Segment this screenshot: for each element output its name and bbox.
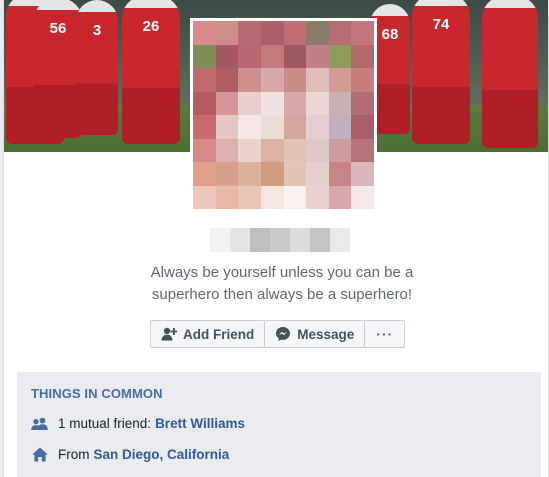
mutual-friend-link[interactable]: Brett Williams — [155, 416, 245, 431]
message-button[interactable]: Message — [264, 320, 366, 348]
messenger-icon — [275, 326, 291, 342]
jersey-number: 26 — [142, 18, 160, 35]
cover-player — [482, 0, 538, 148]
home-icon — [31, 446, 48, 463]
cover-player: 74 — [412, 0, 470, 144]
cover-player: 56 — [34, 0, 82, 138]
jersey-number: 3 — [92, 22, 102, 39]
mutual-prefix: 1 mutual friend: — [58, 416, 152, 431]
things-in-common-section: THINGS IN COMMON 1 mutual friend: Brett … — [17, 372, 541, 477]
profile-bio: Always be yourself unless you can be a s… — [122, 262, 442, 306]
people-icon — [31, 415, 48, 432]
profile-actions: Add Friend Message ··· — [150, 320, 406, 348]
more-label: ··· — [376, 326, 394, 342]
cover-player: 3 — [76, 0, 118, 135]
jersey-number: 56 — [49, 20, 67, 37]
add-friend-label: Add Friend — [183, 326, 255, 342]
hometown-link[interactable]: San Diego, California — [94, 447, 230, 462]
message-label: Message — [297, 326, 355, 342]
more-options-button[interactable]: ··· — [364, 320, 406, 348]
hometown-row: From San Diego, California — [31, 446, 229, 463]
cover-player: 26 — [122, 0, 180, 144]
profile-avatar[interactable] — [190, 18, 377, 212]
bio-line: Always be yourself unless you can be a — [150, 264, 414, 281]
profile-name[interactable] — [210, 228, 350, 252]
mutual-friends-row: 1 mutual friend: Brett Williams — [31, 415, 245, 432]
person-plus-icon — [161, 327, 177, 341]
jersey-number: 74 — [432, 16, 450, 33]
bio-line: superhero then always be a superhero! — [151, 286, 413, 303]
section-title: THINGS IN COMMON — [31, 386, 163, 401]
profile-card: 56 3 26 68 74 Always be yourself unless … — [3, 0, 549, 477]
add-friend-button[interactable]: Add Friend — [150, 320, 266, 348]
from-prefix: From — [58, 447, 90, 462]
